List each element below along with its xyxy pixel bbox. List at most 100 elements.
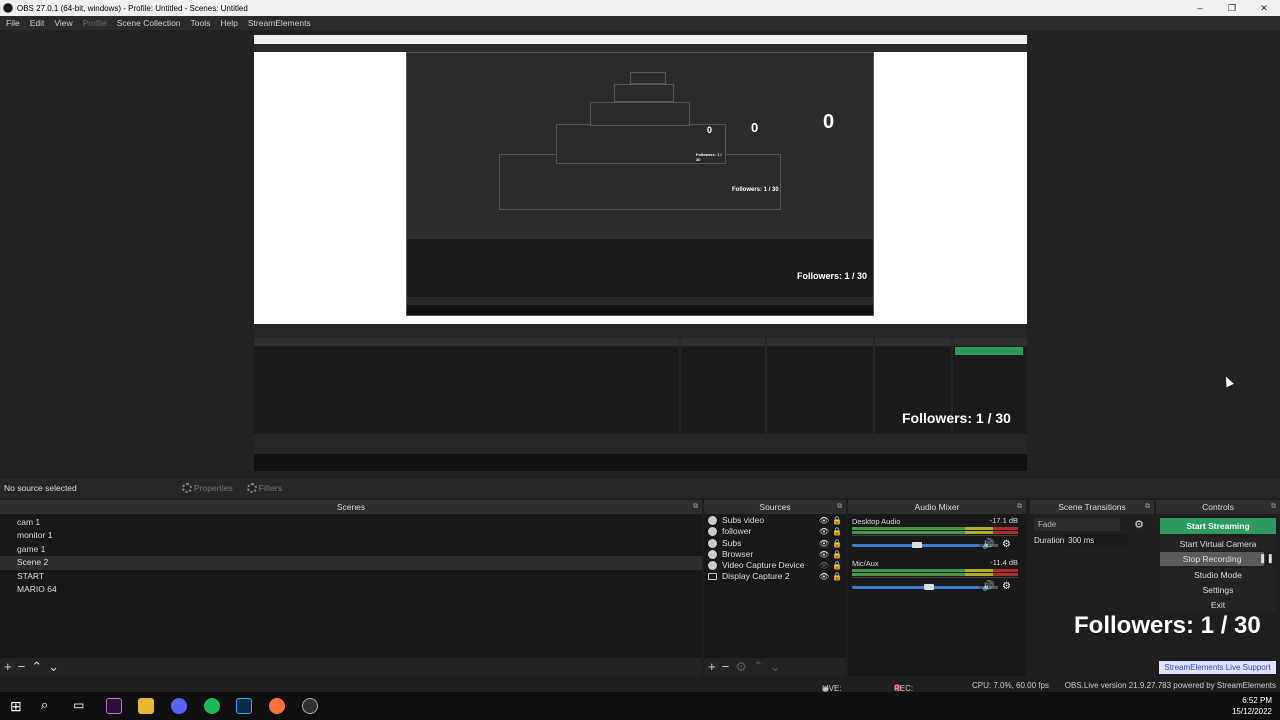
studio-mode-button[interactable]: Studio Mode <box>1160 568 1276 582</box>
counter-medium: 0 <box>823 111 835 133</box>
counter-small: 0 <box>751 120 759 135</box>
lock-icon[interactable]: 🔒 <box>832 526 842 537</box>
duration-input[interactable]: 300 ms <box>1064 534 1128 547</box>
remove-source-icon[interactable]: − <box>722 658 730 676</box>
scene-item[interactable]: monitor 1 <box>0 529 702 542</box>
mixer-header: Audio Mixer ⧉ <box>848 500 1026 514</box>
speaker-icon[interactable]: 🔊 <box>982 581 994 592</box>
menu-file[interactable]: File <box>6 18 20 28</box>
windows-start-icon[interactable]: ⊞ <box>10 698 22 715</box>
firefox-icon[interactable] <box>269 698 285 714</box>
search-icon[interactable]: ⌕ <box>41 697 48 713</box>
undock-icon[interactable]: ⧉ <box>1145 500 1150 514</box>
source-item[interactable]: follower 👁 🔒 <box>704 526 846 537</box>
pause-icon[interactable]: ❚❚ <box>1259 553 1274 564</box>
menu-edit[interactable]: Edit <box>30 18 45 28</box>
lock-icon[interactable]: 🔒 <box>832 571 842 582</box>
undock-icon[interactable]: ⧉ <box>1271 500 1276 514</box>
lock-icon[interactable]: 🔒 <box>832 538 842 549</box>
file-explorer-icon[interactable] <box>138 698 154 714</box>
gear-icon[interactable]: ⚙ <box>1002 539 1011 550</box>
menu-streamelements[interactable]: StreamElements <box>248 18 311 28</box>
move-down-icon[interactable]: ⌄ <box>770 658 781 676</box>
properties-button[interactable]: Properties <box>182 483 233 493</box>
menu-view[interactable]: View <box>54 18 72 28</box>
eye-icon[interactable]: 👁 <box>819 571 829 582</box>
task-view-icon[interactable]: ▭ <box>73 698 84 712</box>
browser-source-icon <box>708 538 717 548</box>
level-meter <box>852 569 1018 572</box>
source-item[interactable]: Subs video 👁 🔒 <box>704 515 846 526</box>
move-up-icon[interactable]: ⌃ <box>31 658 42 676</box>
source-item[interactable]: Video Capture Device 👁 🔒 <box>704 560 846 571</box>
nested-window-4 <box>590 102 690 126</box>
preview-canvas[interactable]: Followers: 1 / 30 Followers: 1 / 30 Foll… <box>254 35 1027 471</box>
title-bar: OBS 27.0.1 (64-bit, windows) - Profile: … <box>0 0 1280 16</box>
add-source-icon[interactable]: + <box>708 658 716 676</box>
spotify-icon[interactable] <box>204 698 220 714</box>
restore-button[interactable]: ❐ <box>1216 0 1248 16</box>
menu-scene-collection[interactable]: Scene Collection <box>117 18 181 28</box>
eye-icon[interactable]: 👁 <box>819 549 829 560</box>
move-up-icon[interactable]: ⌃ <box>753 658 764 676</box>
premiere-icon[interactable] <box>106 698 122 714</box>
stop-recording-button[interactable]: Stop Recording <box>1160 552 1264 566</box>
controls-dock: Controls ⧉ Start Streaming Start Virtual … <box>1156 500 1280 616</box>
scene-item[interactable]: START <box>0 570 702 583</box>
sources-list: Subs video 👁 🔒 follower 👁 🔒 Subs 👁 🔒 Browser 👁 🔒… <box>704 514 846 658</box>
mixer-channel: Desktop Audio -17.1 dB 🔊 ⚙ <box>848 514 1026 556</box>
audio-mixer-dock: Audio Mixer ⧉ Desktop Audio -17.1 dB 🔊 ⚙ … <box>848 500 1026 676</box>
lock-icon[interactable]: 🔒 <box>832 515 842 526</box>
remove-scene-icon[interactable]: − <box>18 658 26 676</box>
obs-taskbar-icon[interactable] <box>302 698 318 714</box>
source-item[interactable]: Browser 👁 🔒 <box>704 549 846 560</box>
undock-icon[interactable]: ⧉ <box>837 500 842 514</box>
source-settings-icon[interactable]: ⚙ <box>735 658 747 676</box>
volume-handle[interactable] <box>912 542 922 548</box>
close-button[interactable]: ✕ <box>1248 0 1280 16</box>
source-item[interactable]: Subs 👁 🔒 <box>704 538 846 549</box>
start-virtual-camera-button[interactable]: Start Virtual Camera <box>1160 537 1276 551</box>
filter-icon <box>246 483 257 493</box>
discord-icon[interactable] <box>171 698 187 714</box>
preview-area[interactable]: Followers: 1 / 30 Followers: 1 / 30 Foll… <box>0 30 1280 476</box>
system-clock[interactable]: 6:52 PM 15/12/2022 <box>1232 695 1272 717</box>
undock-icon[interactable]: ⧉ <box>693 500 698 514</box>
channel-name: Mic/Aux <box>852 559 879 568</box>
start-streaming-button[interactable]: Start Streaming <box>1160 518 1276 534</box>
scene-item[interactable]: MARIO 64 <box>0 583 702 596</box>
undock-icon[interactable]: ⧉ <box>1017 500 1022 514</box>
eye-icon[interactable]: 👁 <box>819 538 829 549</box>
add-scene-icon[interactable]: + <box>4 658 12 676</box>
scene-item[interactable]: game 1 <box>0 543 702 556</box>
menu-help[interactable]: Help <box>220 18 237 28</box>
volume-slider[interactable] <box>852 586 998 589</box>
menu-profile[interactable]: Profile <box>83 18 107 28</box>
streamelements-support-button[interactable]: StreamElements Live Support <box>1159 661 1276 674</box>
lock-icon[interactable]: 🔒 <box>832 560 842 571</box>
filters-button[interactable]: Filters <box>246 483 282 493</box>
menu-tools[interactable]: Tools <box>191 18 211 28</box>
transitions-header: Scene Transitions ⧉ <box>1030 500 1154 514</box>
lock-icon[interactable]: 🔒 <box>832 549 842 560</box>
minimize-button[interactable]: – <box>1184 0 1216 16</box>
photoshop-icon[interactable] <box>236 698 252 714</box>
scene-item-selected[interactable]: Scene 2 <box>0 556 702 570</box>
nested-window-3: Followers: 1 / 30 <box>556 124 726 164</box>
eye-hidden-icon[interactable]: 👁 <box>819 560 829 571</box>
volume-handle[interactable] <box>924 584 934 590</box>
gear-icon[interactable]: ⚙ <box>1134 518 1144 531</box>
scene-item[interactable]: cam 1 <box>0 516 702 529</box>
gear-icon[interactable]: ⚙ <box>1002 581 1011 592</box>
scene-transitions-dock: Scene Transitions ⧉ Fade ⚙ Duration 300 m… <box>1030 500 1154 560</box>
move-down-icon[interactable]: ⌄ <box>48 658 59 676</box>
source-item[interactable]: Display Capture 2 👁 🔒 <box>704 571 846 582</box>
controls-title: Controls <box>1202 502 1234 512</box>
eye-icon[interactable]: 👁 <box>819 526 829 537</box>
eye-icon[interactable]: 👁 <box>819 515 829 526</box>
speaker-icon[interactable]: 🔊 <box>982 539 994 550</box>
level-meter <box>852 527 1018 530</box>
settings-button[interactable]: Settings <box>1160 583 1276 597</box>
exit-button[interactable]: Exit <box>1160 598 1276 612</box>
transition-select[interactable]: Fade <box>1034 518 1120 531</box>
